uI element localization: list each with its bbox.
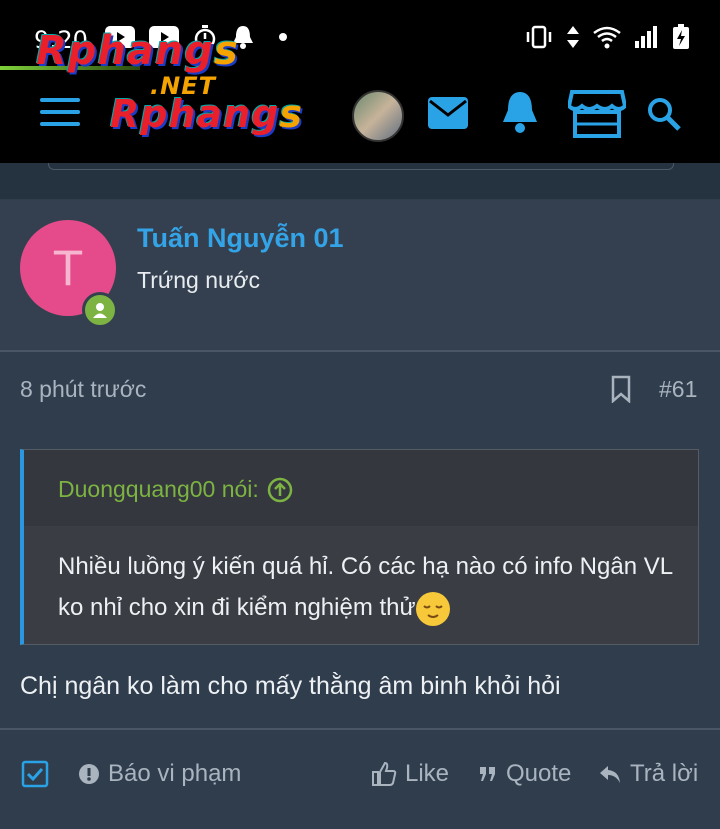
quote-button[interactable]: Quote: [478, 760, 571, 788]
post-time[interactable]: 8 phút trước: [20, 376, 146, 403]
post-body: Chị ngân ko làm cho mấy thằng âm binh kh…: [20, 672, 561, 700]
quote-icon: [480, 767, 495, 781]
thumbs-up-icon: [372, 761, 397, 786]
user-title: Trứng nước: [137, 267, 260, 293]
divider: [0, 350, 720, 352]
bookmark-icon[interactable]: [610, 375, 632, 403]
online-status-icon: [82, 292, 118, 328]
site-logo-secondary[interactable]: Rphangs: [110, 92, 303, 136]
go-to-quote-icon[interactable]: [267, 477, 293, 503]
app-header: 9:20 Rphangs .NET Rphangs: [0, 0, 720, 163]
inbox-icon[interactable]: [427, 96, 469, 130]
store-icon[interactable]: [568, 88, 626, 138]
checkbox-icon[interactable]: [21, 760, 49, 788]
quote-block: Duongquang00 nói: Nhiều luồng ý kiến quá…: [20, 449, 699, 645]
quote-text: Nhiều luồng ý kiến quá hỉ. Có các hạ nào…: [58, 546, 688, 628]
account-avatar[interactable]: [352, 90, 404, 142]
dot-icon: [279, 33, 287, 41]
username-link[interactable]: Tuấn Nguyễn 01: [137, 223, 344, 254]
relieved-emoji-icon: [415, 591, 450, 626]
report-icon: [79, 764, 99, 784]
reply-button[interactable]: Trả lời: [598, 760, 698, 788]
quote-header: Duongquang00 nói:: [24, 450, 698, 526]
like-button[interactable]: Like: [371, 760, 449, 788]
divider: [0, 728, 720, 730]
site-logo[interactable]: Rphangs: [36, 28, 239, 74]
search-icon[interactable]: [646, 96, 682, 132]
reply-icon: [600, 766, 620, 783]
previous-post-edge: [48, 163, 674, 170]
select-checkbox[interactable]: [21, 760, 49, 788]
system-icons: [524, 24, 690, 50]
vibrate-icon: [526, 25, 552, 49]
quote-author-link[interactable]: Duongquang00 nói:: [58, 476, 293, 503]
post-actions: Báo vi phạm Like Quote Trả lời: [0, 760, 720, 800]
menu-icon[interactable]: [40, 98, 80, 128]
signal-icon: [635, 26, 657, 48]
post-number-link[interactable]: #61: [659, 376, 697, 403]
alerts-icon[interactable]: [500, 90, 540, 134]
report-button[interactable]: Báo vi phạm: [78, 760, 241, 788]
data-arrows-icon: [567, 26, 579, 48]
battery-charging-icon: [673, 24, 689, 49]
wifi-icon: [593, 26, 621, 49]
